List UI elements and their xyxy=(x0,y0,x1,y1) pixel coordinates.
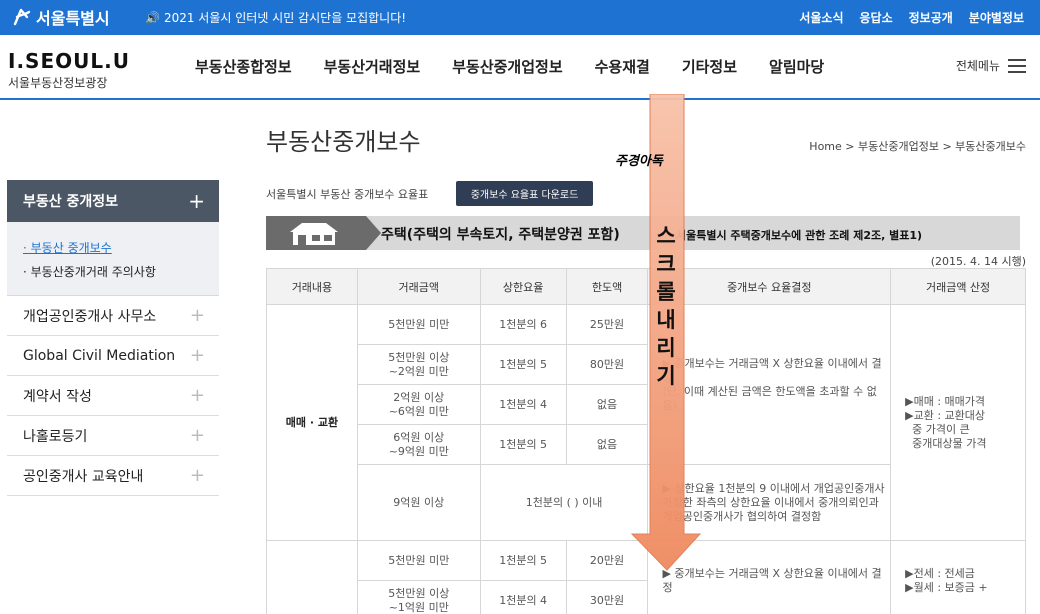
notice-banner[interactable]: 🔊 2021 서울시 인터넷 시민 감시단을 모집합니다! xyxy=(145,9,406,26)
cell-rate: 1천분의 5 xyxy=(479,344,567,385)
brand-title: I.SEOUL.U xyxy=(8,49,130,73)
sidebar-item-label: Global Civil Mediation xyxy=(23,347,176,364)
nav-other-info[interactable]: 기타정보 xyxy=(682,56,737,77)
sidebar-item-education[interactable]: 공인중개사 교육안내 + xyxy=(7,456,219,496)
sidebar-item-broker-office[interactable]: 개업공인중개사 사무소 + xyxy=(7,296,219,336)
top-links: 서울소식 응답소 정보공개 분야별정보 xyxy=(799,9,1024,26)
breadcrumb[interactable]: Home > 부동산중개업정보 > 부동산중개보수 xyxy=(809,138,1026,154)
cell-amount-calc: ▶전세 : 전세금 ▶월세 : 보증금 + xyxy=(890,540,1026,614)
effective-date-note: (2015. 4. 14 시행) xyxy=(930,255,1026,268)
sidebar-head-label: 부동산 중개정보 xyxy=(23,194,119,210)
page-title: 부동산중개보수 xyxy=(266,128,421,156)
category-icon-box xyxy=(266,216,381,250)
cell-rate: 1천분의 ( ) 이내 xyxy=(479,464,649,541)
brand-subtitle: 서울부동산정보광장 xyxy=(8,76,108,90)
sidebar-item-label: 계약서 작성 xyxy=(23,388,92,405)
submenu-caution[interactable]: · 부동산중개거래 주의사항 xyxy=(23,260,203,284)
sidebar-item-global-mediation[interactable]: Global Civil Mediation + xyxy=(7,336,219,376)
plus-icon: + xyxy=(189,425,205,446)
header-amount-calc: 거래금액 산정 xyxy=(890,268,1026,305)
notice-text: 2021 서울시 인터넷 시민 감시단을 모집합니다! xyxy=(163,11,407,25)
sale-exchange-label: 매매 · 교환 xyxy=(266,304,358,541)
plus-icon: + xyxy=(189,385,205,406)
cell-amount: 5천만원 미만 xyxy=(356,540,481,581)
link-info-disclosure[interactable]: 정보공개 xyxy=(909,9,953,26)
cell-amount: 5천만원 이상 ~2억원 미만 xyxy=(356,344,481,385)
sidebar-item-contract[interactable]: 계약서 작성 + xyxy=(7,376,219,416)
link-eungdapso[interactable]: 응답소 xyxy=(860,9,893,26)
plus-icon: + xyxy=(189,345,205,366)
cell-limit: 30만원 xyxy=(565,580,649,614)
link-seoul-news[interactable]: 서울소식 xyxy=(799,9,843,26)
house-icon xyxy=(290,223,338,245)
cell-rate: 1천분의 6 xyxy=(479,304,567,345)
hamburger-icon xyxy=(1008,58,1026,73)
seoul-logo-icon xyxy=(13,8,31,26)
plus-icon: + xyxy=(188,189,205,213)
all-menu-button[interactable]: 전체메뉴 xyxy=(956,57,1026,74)
cell-rate: 1천분의 5 xyxy=(479,540,567,581)
nav-real-estate-transaction[interactable]: 부동산거래정보 xyxy=(324,56,421,77)
cell-rate: 1천분의 4 xyxy=(479,580,567,614)
page-description: 서울특별시 부동산 중개보수 요율표 xyxy=(266,188,429,201)
nav-brokerage-info[interactable]: 부동산중개업정보 xyxy=(452,56,562,77)
seoul-logo[interactable]: 서울특별시 xyxy=(12,5,110,29)
cell-rate: 1천분의 4 xyxy=(479,384,567,425)
sidebar-item-label: 공인중개사 교육안내 xyxy=(23,468,144,485)
speaker-icon: 🔊 xyxy=(145,10,160,25)
sidebar-head-brokerage[interactable]: 부동산 중개정보 + xyxy=(7,180,219,222)
sidebar-item-label: 나홀로등기 xyxy=(23,428,88,445)
cell-amount: 5천만원 미만 xyxy=(356,304,481,345)
nav-real-estate-general[interactable]: 부동산종합정보 xyxy=(195,56,292,77)
scroll-instruction: 스크롤 내리기 xyxy=(656,224,676,388)
sidebar-submenu: · 부동산 중개보수 · 부동산중개거래 주의사항 xyxy=(7,222,219,296)
cell-amount: 6억원 이상 ~9억원 미만 xyxy=(356,424,481,465)
header-transaction-type: 거래내용 xyxy=(266,268,358,305)
nav-expropriation[interactable]: 수용재결 xyxy=(595,56,650,77)
submenu-brokerage-fee[interactable]: · 부동산 중개보수 xyxy=(23,236,203,260)
sidebar-item-self-registration[interactable]: 나홀로등기 + xyxy=(7,416,219,456)
site-brand[interactable]: I.SEOUL.U 서울부동산정보광장 xyxy=(8,49,130,91)
annotation-text: 주경아독 xyxy=(615,154,663,169)
main-nav: 부동산종합정보 부동산거래정보 부동산중개업정보 수용재결 기타정보 알림마당 xyxy=(195,56,856,77)
seoul-logo-text: 서울특별시 xyxy=(36,9,110,28)
sidebar: 부동산 중개정보 + · 부동산 중개보수 · 부동산중개거래 주의사항 개업공… xyxy=(7,180,219,496)
cell-amount-calc: ▶매매 : 매매가격 ▶교환 : 교환대상 중 가격이 큰 중개대상물 가격 xyxy=(890,304,1026,541)
category-law-reference: 서울특별시 주택중개보수에 관한 조례 제2조, 별표1) xyxy=(676,229,923,242)
header-amount: 거래금액 xyxy=(356,268,481,305)
all-menu-label: 전체메뉴 xyxy=(955,59,1000,73)
cell-amount: 5천만원 이상 ~1억원 미만 xyxy=(356,580,481,614)
cell-rate: 1천분의 5 xyxy=(479,424,567,465)
plus-icon: + xyxy=(189,465,205,486)
cell-amount: 2억원 이상 ~6억원 미만 xyxy=(356,384,481,425)
download-fee-table-button[interactable]: 중개보수 요율표 다운로드 xyxy=(456,181,593,206)
lease-label xyxy=(266,540,358,614)
top-utility-bar: 서울특별시 🔊 2021 서울시 인터넷 시민 감시단을 모집합니다! 서울소식… xyxy=(0,0,1040,35)
link-field-info[interactable]: 분야별정보 xyxy=(969,9,1024,26)
sidebar-item-label: 개업공인중개사 사무소 xyxy=(23,308,157,325)
plus-icon: + xyxy=(189,305,205,326)
cell-amount: 9억원 이상 xyxy=(356,464,481,541)
header-max-rate: 상한요율 xyxy=(479,268,567,305)
category-title: 주택(주택의 부속토지, 주택분양권 포함) xyxy=(381,227,620,243)
site-header: I.SEOUL.U 서울부동산정보광장 부동산종합정보 부동산거래정보 부동산중… xyxy=(0,35,1040,100)
nav-notice-board[interactable]: 알림마당 xyxy=(769,56,824,77)
